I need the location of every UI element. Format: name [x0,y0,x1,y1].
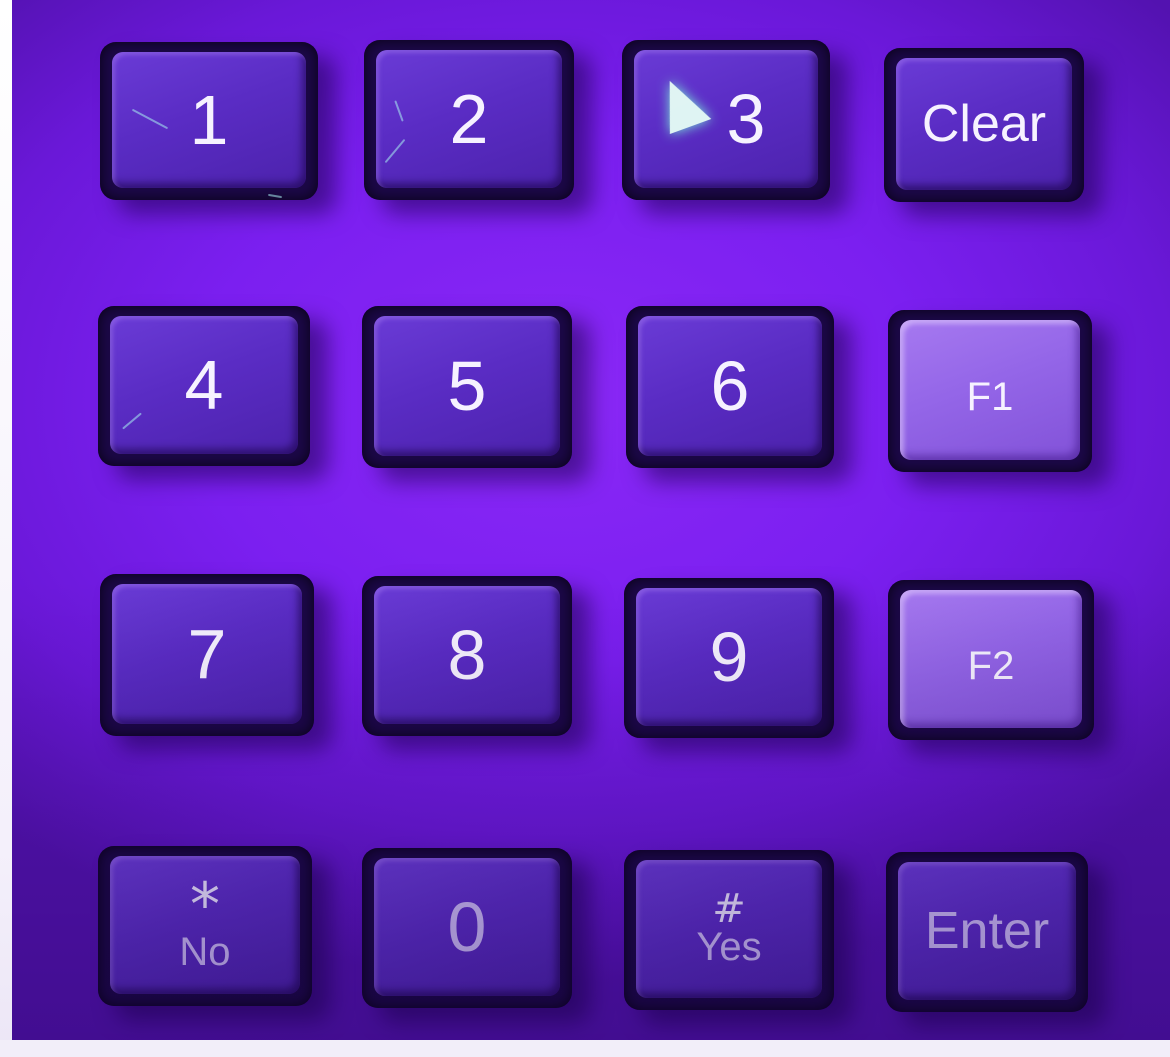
key-star-no-cap: * No [110,856,300,994]
key-5-label: 5 [447,347,487,425]
key-4-label: 4 [184,346,224,424]
key-3-label: 3 [726,80,766,158]
key-no-label: No [179,930,231,974]
key-2-label: 2 [449,80,489,158]
key-enter[interactable]: Enter [886,852,1088,1012]
key-f1[interactable]: F1 [888,310,1092,472]
photo-edge [0,1040,1170,1057]
key-8-label: 8 [447,616,487,694]
key-star-no[interactable]: * No [98,846,312,1006]
key-f2-label: F2 [967,644,1015,688]
key-4-cap: 4 [110,316,298,454]
key-4[interactable]: 4 [98,306,310,466]
key-yes-label: Yes [696,925,762,969]
key-6-label: 6 [710,347,750,425]
key-3[interactable]: 3 [622,40,830,200]
key-clear-cap: Clear [896,58,1072,190]
key-7-cap: 7 [112,584,302,724]
key-hash-yes-cap: # Yes [636,860,822,998]
key-1-label: 1 [189,81,229,159]
key-7[interactable]: 7 [100,574,314,736]
key-7-label: 7 [187,615,227,693]
key-0-label: 0 [447,888,487,966]
key-clear-label: Clear [921,95,1047,153]
key-1[interactable]: 1 [100,42,318,200]
key-2[interactable]: 2 [364,40,574,200]
key-5[interactable]: 5 [362,306,572,468]
key-2-cap: 2 [376,50,562,188]
key-1-cap: 1 [112,52,306,188]
key-clear[interactable]: Clear [884,48,1084,202]
key-9[interactable]: 9 [624,578,834,738]
key-f2-cap: F2 [900,590,1082,728]
key-6[interactable]: 6 [626,306,834,468]
key-enter-cap: Enter [898,862,1076,1000]
key-f1-label: F1 [966,375,1014,419]
key-9-cap: 9 [636,588,822,726]
key-9-label: 9 [709,618,749,696]
asterisk-icon: * [190,870,220,940]
key-enter-label: Enter [924,902,1050,960]
key-hash-yes[interactable]: # Yes [624,850,834,1010]
key-8-cap: 8 [374,586,560,724]
photo-edge [0,0,12,1057]
key-6-cap: 6 [638,316,822,456]
key-5-cap: 5 [374,316,560,456]
key-f1-cap: F1 [900,320,1080,460]
key-0[interactable]: 0 [362,848,572,1008]
keypad-photo: 1 2 3 Clear 4 5 6 F1 7 8 9 F2 * No 0 # Y… [0,0,1170,1057]
key-8[interactable]: 8 [362,576,572,736]
key-0-cap: 0 [374,858,560,996]
hash-icon: # [712,886,746,932]
key-f2[interactable]: F2 [888,580,1094,740]
key-3-cap: 3 [634,50,818,188]
